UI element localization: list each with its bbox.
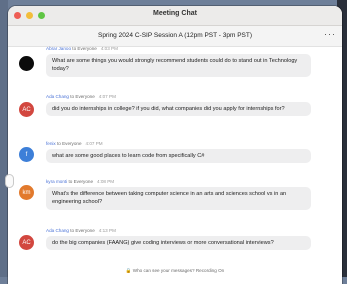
resize-handle[interactable]	[5, 174, 14, 188]
footer-text: Who can see your messages? Recording On	[132, 268, 225, 273]
recipient-label: to Everyone	[67, 179, 93, 184]
recipient-label: to Everyone	[71, 46, 97, 51]
sender-name[interactable]: kyra monti	[46, 179, 67, 184]
lock-icon: 🔒	[125, 268, 133, 273]
message-time: 4:13 PM	[98, 228, 116, 233]
avatar: km	[19, 185, 34, 200]
message-meta: Abrar Janoo to Everyone 4:03 PM	[46, 46, 118, 51]
message-meta: fenix to Everyone 4:07 PM	[46, 141, 103, 146]
recipient-label: to Everyone	[69, 228, 95, 233]
meeting-chat-window: Meeting Chat Spring 2024 C-SIP Session A…	[8, 6, 342, 284]
message-meta: Ada Chang to Everyone 4:13 PM	[46, 228, 116, 233]
message-bubble: What's the difference between taking com…	[46, 187, 311, 210]
recipient-label: to Everyone	[69, 94, 95, 99]
message-bubble: What are some things you would strongly …	[46, 54, 311, 77]
avatar	[19, 56, 34, 71]
window-title: Meeting Chat	[153, 10, 197, 17]
message-time: 4:07 PM	[85, 141, 103, 146]
sender-name[interactable]: Ada Chang	[46, 94, 69, 99]
message-time: 4:07 PM	[98, 94, 116, 99]
sender-name[interactable]: Ada Chang	[46, 228, 69, 233]
session-header: Spring 2024 C-SIP Session A (12pm PST - …	[8, 26, 342, 47]
sender-name[interactable]: Abrar Janoo	[46, 46, 71, 51]
message-time: 4:03 PM	[100, 46, 118, 51]
message-bubble: did you do internships in college? if yo…	[46, 102, 311, 117]
title-bar: Meeting Chat	[8, 6, 342, 26]
session-title: Spring 2024 C-SIP Session A (12pm PST - …	[97, 32, 253, 39]
desktop-background	[0, 0, 8, 277]
message-visibility-notice[interactable]: 🔒 Who can see your messages? Recording O…	[8, 268, 342, 274]
message-meta: kyra monti to Everyone 4:08 PM	[46, 179, 114, 184]
message-bubble: do the big companies (FAANG) give coding…	[46, 236, 311, 251]
sender-name[interactable]: fenix	[46, 141, 56, 146]
avatar: AC	[19, 102, 34, 117]
more-options-icon[interactable]: ···	[324, 29, 336, 39]
message-time: 4:08 PM	[97, 179, 115, 184]
message-bubble: what are some good places to learn code …	[46, 149, 311, 164]
avatar: f	[19, 147, 34, 162]
recipient-label: to Everyone	[55, 141, 82, 146]
message-meta: Ada Chang to Everyone 4:07 PM	[46, 94, 116, 99]
avatar: AC	[19, 235, 34, 250]
